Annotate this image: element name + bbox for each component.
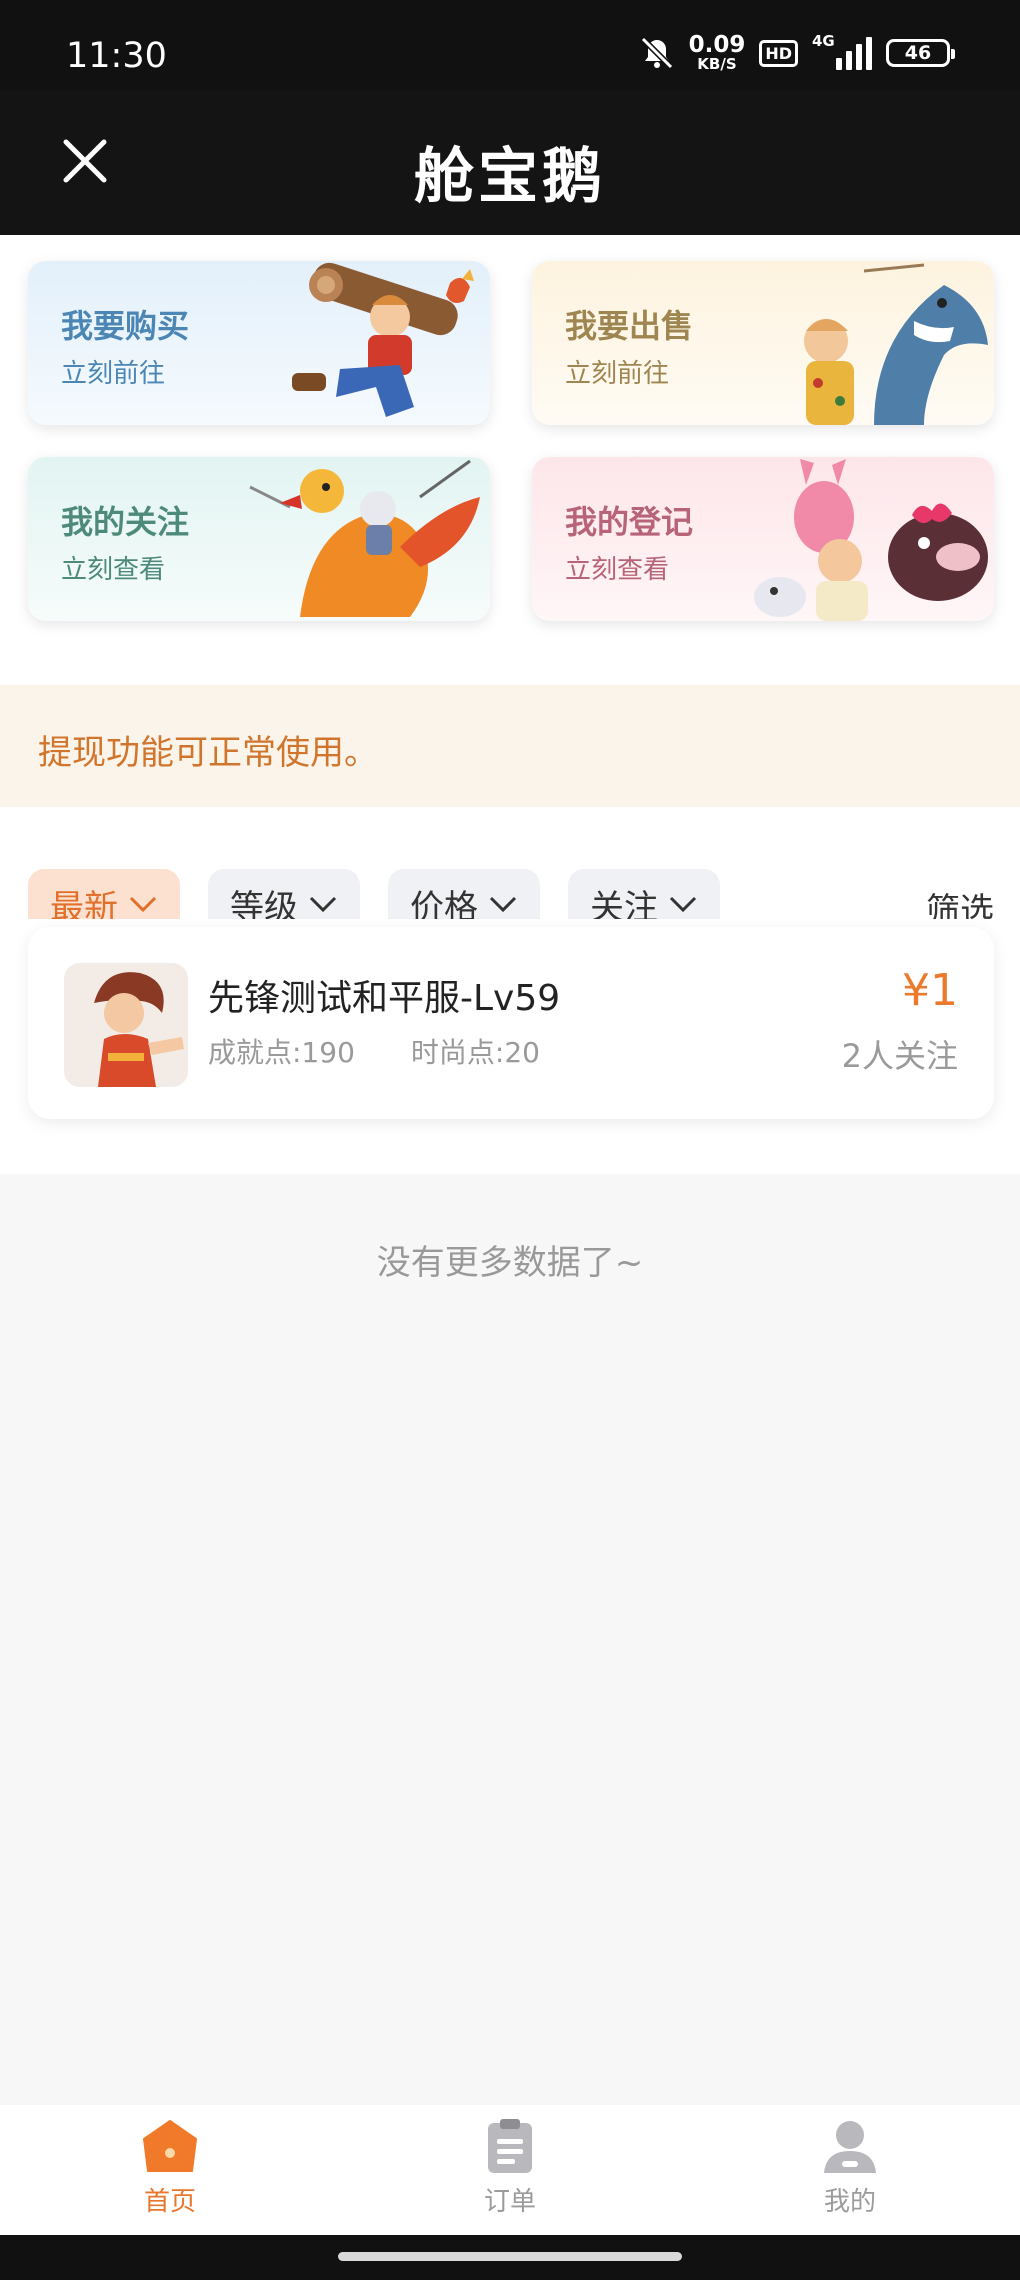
phoenix-rider-illustration — [249, 459, 480, 617]
follow-card-title: 我的关注 — [61, 503, 190, 541]
sell-card-title: 我要出售 — [565, 307, 694, 345]
status-icons: 0.09 KB/S HD 4G 46 — [639, 32, 955, 72]
chevron-down-icon — [129, 896, 157, 913]
status-bar: 11:30 0.09 KB/S HD 4G 46 — [0, 0, 1020, 90]
notice-text: 提现功能可正常使用。 — [38, 733, 378, 773]
hd-badge: HD — [759, 39, 798, 67]
follow-card-subtitle: 立刻查看 — [61, 555, 166, 585]
chevron-down-icon — [489, 896, 517, 913]
bell-muted-icon — [640, 36, 673, 70]
title-bar: 舱宝鹅 — [0, 90, 1020, 235]
buy-card-subtitle: 立刻前往 — [61, 359, 166, 389]
pets-illustration — [754, 459, 988, 621]
listing-stats: 成就点:190 时尚点:20 — [208, 1031, 540, 1071]
network-type: 4G — [812, 32, 835, 50]
register-card[interactable]: 我的登记 立刻查看 — [532, 457, 994, 621]
register-card-subtitle: 立刻查看 — [565, 555, 670, 585]
sell-card[interactable]: 我要出售 立刻前往 — [532, 261, 994, 425]
chevron-down-icon — [669, 896, 697, 913]
register-card-title: 我的登记 — [565, 503, 694, 541]
system-nav-bar — [0, 2235, 1020, 2280]
achievement-points: 成就点:190 — [208, 1036, 355, 1069]
page-title: 舱宝鹅 — [414, 142, 606, 212]
listing-title: 先锋测试和平服-Lv59 — [208, 978, 561, 1019]
character-avatar — [64, 963, 188, 1087]
lumberjack-illustration — [292, 262, 474, 417]
fashion-points: 时尚点:20 — [410, 1036, 540, 1069]
shark-illustration — [804, 263, 988, 425]
order-icon — [488, 2119, 532, 2173]
follow-card[interactable]: 我的关注 立刻查看 — [28, 457, 490, 621]
signal-icon: 4G — [812, 32, 872, 70]
buy-card[interactable]: 我要购买 立刻前往 — [28, 261, 490, 425]
home-indicator[interactable] — [338, 2252, 682, 2261]
buy-card-title: 我要购买 — [61, 307, 190, 345]
net-speed-unit: KB/S — [697, 55, 737, 73]
battery-level: 46 — [904, 42, 932, 64]
tab-orders-label: 订单 — [483, 2187, 536, 2217]
chevron-down-icon — [309, 896, 337, 913]
net-speed-value: 0.09 — [688, 32, 746, 58]
status-time: 11:30 — [66, 36, 167, 76]
tab-profile[interactable]: 我的 — [770, 2117, 930, 2227]
tab-orders[interactable]: 订单 — [430, 2117, 590, 2227]
battery-icon: 46 — [886, 39, 955, 67]
notice-banner: 提现功能可正常使用。 — [0, 685, 1020, 807]
listing-followers: 2人关注 — [841, 1037, 958, 1075]
main-content: 我要购买 立刻前往 我要出售 立刻前往 我的关注 立刻查看 我的登记 立刻查看 … — [0, 235, 1020, 2105]
listing-price: ¥1 — [902, 965, 958, 1016]
sell-card-subtitle: 立刻前往 — [565, 359, 670, 389]
tab-home-label: 首页 — [143, 2187, 196, 2217]
listing-item[interactable]: 先锋测试和平服-Lv59 成就点:190 时尚点:20 ¥1 2人关注 — [28, 927, 994, 1119]
net-speed: 0.09 KB/S — [689, 34, 746, 72]
tab-home[interactable]: 首页 — [90, 2117, 250, 2227]
no-more-data-text: 没有更多数据了~ — [376, 1243, 644, 1283]
home-icon — [143, 2120, 197, 2172]
profile-icon — [824, 2121, 876, 2173]
entry-cards: 我要购买 立刻前往 我要出售 立刻前往 我的关注 立刻查看 我的登记 立刻查看 — [0, 235, 1020, 685]
bottom-tab-bar: 首页 订单 我的 — [0, 2105, 1020, 2235]
tab-profile-label: 我的 — [823, 2187, 876, 2217]
